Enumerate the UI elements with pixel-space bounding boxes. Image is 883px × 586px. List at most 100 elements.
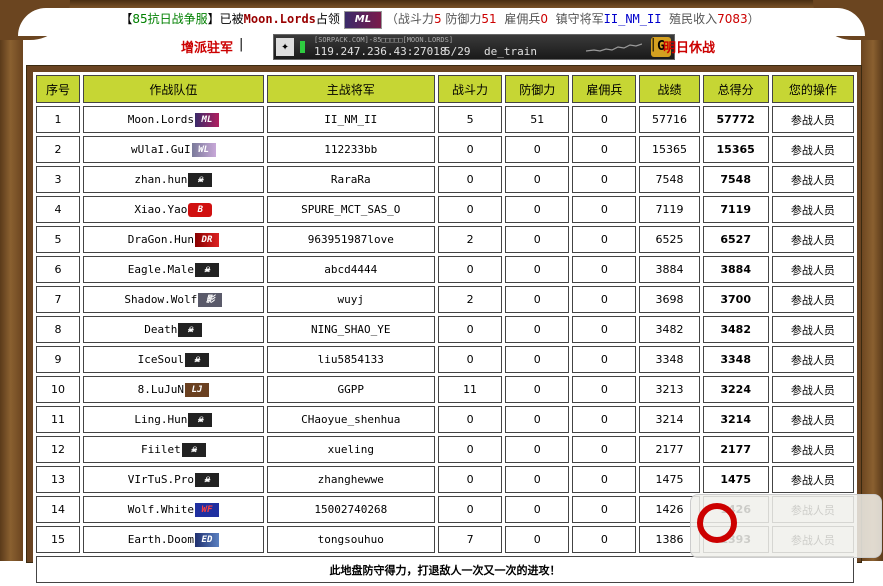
view-members-link[interactable]: 参战人员 xyxy=(771,466,854,493)
team-name[interactable]: Wolf.White xyxy=(128,503,194,516)
team-cell[interactable]: Xiao.Yao B xyxy=(83,196,264,223)
team-logo-icon: ED xyxy=(194,532,219,547)
combat-value: 5 xyxy=(433,12,442,26)
combat-cell: 0 xyxy=(437,316,503,343)
separator: | xyxy=(239,37,244,52)
team-name[interactable]: wUlaI.GuI xyxy=(131,143,191,156)
general-cell[interactable]: abcd4444 xyxy=(266,256,435,283)
defense-cell: 0 xyxy=(505,436,570,463)
table-row: 5 DraGon.Hun DR 963951987love 2 0 0 6525 6527 参战人… xyxy=(36,226,854,253)
team-name[interactable]: Death xyxy=(144,323,177,336)
team-cell[interactable]: zhan.hun ☠ xyxy=(83,166,264,193)
team-cell[interactable]: DraGon.Hun DR xyxy=(83,226,264,253)
frame-left xyxy=(0,0,23,561)
team-name[interactable]: Eagle.Male xyxy=(128,263,194,276)
combat-cell: 0 xyxy=(437,256,503,283)
team-cell[interactable]: Moon.Lords ML xyxy=(83,106,264,133)
general-label: 镇守将军 xyxy=(555,12,604,26)
combat-cell: 0 xyxy=(437,346,503,373)
col-header-action: 您的操作 xyxy=(771,75,854,103)
server-status-banner[interactable]: ✦ [SORPACK.COM]-85□□□□□[MOON.LORDS] 119.… xyxy=(273,34,675,60)
team-name[interactable]: Earth.Doom xyxy=(128,533,194,546)
team-cell[interactable]: Eagle.Male ☠ xyxy=(83,256,264,283)
team-name[interactable]: DraGon.Hun xyxy=(128,233,194,246)
stats-close: ） xyxy=(747,12,760,26)
general-cell[interactable]: SPURE_MCT_SAS_O xyxy=(266,196,435,223)
defense-cell: 0 xyxy=(505,496,570,523)
team-cell[interactable]: Wolf.White WF xyxy=(83,496,264,523)
defense-value: 51 xyxy=(481,12,497,26)
defense-cell: 0 xyxy=(505,466,570,493)
team-cell[interactable]: Earth.Doom ED xyxy=(83,526,264,553)
view-members-link[interactable]: 参战人员 xyxy=(771,166,854,193)
general-cell[interactable]: liu5854133 xyxy=(266,346,435,373)
team-name[interactable]: Moon.Lords xyxy=(128,113,194,126)
team-cell[interactable]: IceSoul ☠ xyxy=(83,346,264,373)
truce-tomorrow-link[interactable]: 明日休战 xyxy=(663,37,715,56)
general-cell[interactable]: RaraRa xyxy=(266,166,435,193)
general-cell[interactable]: zhanghewwe xyxy=(266,466,435,493)
general-cell[interactable]: GGPP xyxy=(266,376,435,403)
general-cell[interactable]: tongsouhuo xyxy=(266,526,435,553)
team-name[interactable]: IceSoul xyxy=(138,353,184,366)
combat-cell: 0 xyxy=(437,496,503,523)
view-members-link[interactable]: 参战人员 xyxy=(771,256,854,283)
team-name[interactable]: VIrTuS.Pro xyxy=(128,473,194,486)
row-no: 5 xyxy=(36,226,81,253)
team-name[interactable]: Shadow.Wolf xyxy=(124,293,197,306)
team-cell[interactable]: VIrTuS.Pro ☠ xyxy=(83,466,264,493)
reinforce-garrison-link[interactable]: 增派驻军 xyxy=(181,37,233,56)
general-cell[interactable]: II_NM_II xyxy=(266,106,435,133)
team-cell[interactable]: Fiilet ☠ xyxy=(83,436,264,463)
team-cell[interactable]: Shadow.Wolf 影 xyxy=(83,286,264,313)
record-cell: 3482 xyxy=(639,316,700,343)
view-members-link[interactable]: 参战人员 xyxy=(771,436,854,463)
view-members-link[interactable]: 参战人员 xyxy=(771,106,854,133)
team-cell[interactable]: wUlaI.GuI WL xyxy=(83,136,264,163)
general-cell[interactable]: 15002740268 xyxy=(266,496,435,523)
team-name[interactable]: Xiao.Yao xyxy=(134,203,187,216)
view-members-link[interactable]: 参战人员 xyxy=(771,406,854,433)
table-row: 1 Moon.Lords ML II_NM_II 5 51 0 57716 57772 参战人员 xyxy=(36,106,854,133)
view-members-link[interactable]: 参战人员 xyxy=(771,226,854,253)
general-cell[interactable]: xueling xyxy=(266,436,435,463)
general-cell[interactable]: wuyj xyxy=(266,286,435,313)
team-logo-icon: WL xyxy=(191,142,216,157)
view-members-link[interactable]: 参战人员 xyxy=(771,286,854,313)
score-cell: 3224 xyxy=(702,376,769,403)
row-no: 4 xyxy=(36,196,81,223)
general-cell[interactable]: CHaoyue_shenhua xyxy=(266,406,435,433)
team-cell[interactable]: Ling.Hun ☠ xyxy=(83,406,264,433)
team-cell[interactable]: Death ☠ xyxy=(83,316,264,343)
merc-cell: 0 xyxy=(572,226,637,253)
merc-cell: 0 xyxy=(572,526,637,553)
score-cell: 3214 xyxy=(702,406,769,433)
view-members-link[interactable]: 参战人员 xyxy=(771,346,854,373)
general-cell[interactable]: NING_SHAO_YE xyxy=(266,316,435,343)
record-cell: 3348 xyxy=(639,346,700,373)
team-name[interactable]: Ling.Hun xyxy=(134,413,187,426)
frame-right xyxy=(861,0,883,561)
occupier-name[interactable]: Moon.Lords xyxy=(244,12,316,26)
col-header-team: 作战队伍 xyxy=(83,75,264,103)
game-icon: ✦ xyxy=(276,38,294,56)
team-name[interactable]: zhan.hun xyxy=(134,173,187,186)
score-cell: 3348 xyxy=(702,346,769,373)
table-row: 7 Shadow.Wolf 影 wuyj 2 0 0 3698 3700 参战人员 xyxy=(36,286,854,313)
table-header-row: 序号 作战队伍 主战将军 战斗力 防御力 雇佣兵 战绩 总得分 您的操作 xyxy=(36,75,854,103)
defense-cell: 0 xyxy=(505,166,570,193)
view-members-link[interactable]: 参战人员 xyxy=(771,376,854,403)
view-members-link[interactable]: 参战人员 xyxy=(771,316,854,343)
score-cell: 3884 xyxy=(702,256,769,283)
general-cell[interactable]: 112233bb xyxy=(266,136,435,163)
general-name[interactable]: II_NM_II xyxy=(604,12,662,26)
row-no: 6 xyxy=(36,256,81,283)
view-members-link[interactable]: 参战人员 xyxy=(771,196,854,223)
team-name[interactable]: 8.LuJuN xyxy=(138,383,184,396)
team-cell[interactable]: 8.LuJuN LJ xyxy=(83,376,264,403)
general-cell[interactable]: 963951987love xyxy=(266,226,435,253)
view-members-link[interactable]: 参战人员 xyxy=(771,136,854,163)
record-cell: 3698 xyxy=(639,286,700,313)
team-name[interactable]: Fiilet xyxy=(141,443,181,456)
score-cell: 3482 xyxy=(702,316,769,343)
